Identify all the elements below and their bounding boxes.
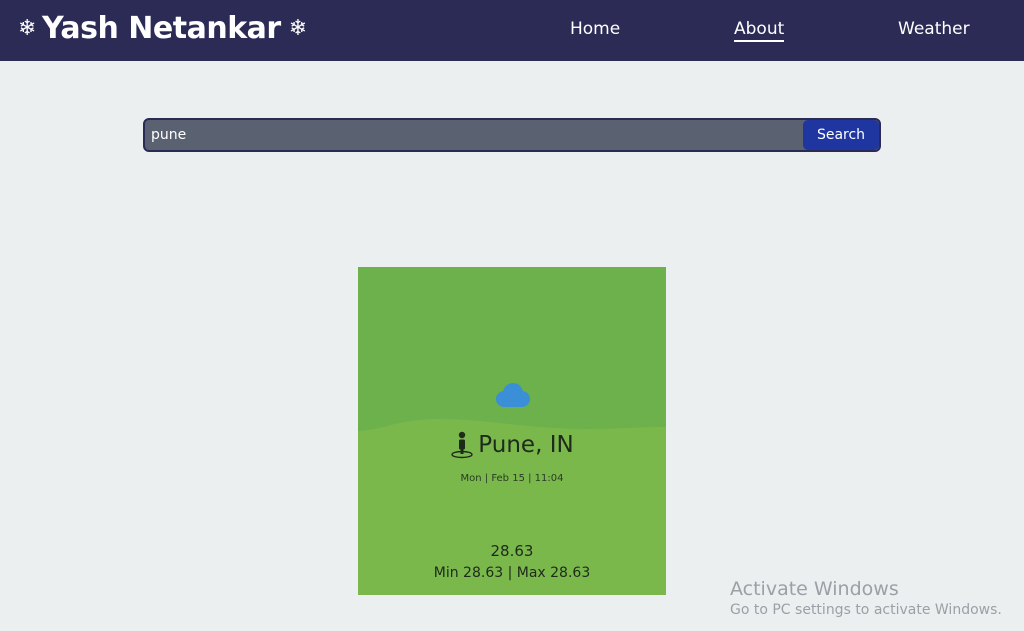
person-pin-icon	[451, 431, 473, 459]
search-input[interactable]	[145, 120, 805, 150]
search-bar: Search	[143, 118, 881, 152]
nav-link-about[interactable]: About	[734, 19, 785, 42]
location: Pune, IN	[358, 431, 666, 459]
nav-link-home[interactable]: Home	[570, 19, 620, 39]
datetime: Mon | Feb 15 | 11:04	[460, 473, 564, 484]
navbar: ❄ Yash Netankar ❄ Home About Weather	[0, 0, 1024, 61]
temperature: 28.63	[490, 542, 534, 560]
brand-title: Yash Netankar	[41, 11, 281, 46]
watermark-subtitle: Go to PC settings to activate Windows.	[730, 602, 1002, 618]
search-button[interactable]: Search	[803, 120, 879, 150]
card-sky	[358, 267, 666, 437]
nav-link-weather[interactable]: Weather	[898, 19, 970, 39]
snowflake-icon: ❄	[288, 16, 307, 41]
brand[interactable]: ❄ Yash Netankar ❄	[18, 11, 307, 46]
watermark-title: Activate Windows	[730, 578, 899, 600]
activate-windows-watermark: Activate Windows Go to PC settings to ac…	[730, 578, 1002, 618]
location-name: Pune, IN	[478, 432, 574, 458]
min-max-temperature: Min 28.63 | Max 28.63	[433, 565, 591, 581]
cloud-icon	[496, 383, 530, 407]
weather-card: Pune, IN Mon | Feb 15 | 11:04 28.63 Min …	[358, 267, 666, 595]
snowflake-icon: ❄	[18, 16, 36, 41]
